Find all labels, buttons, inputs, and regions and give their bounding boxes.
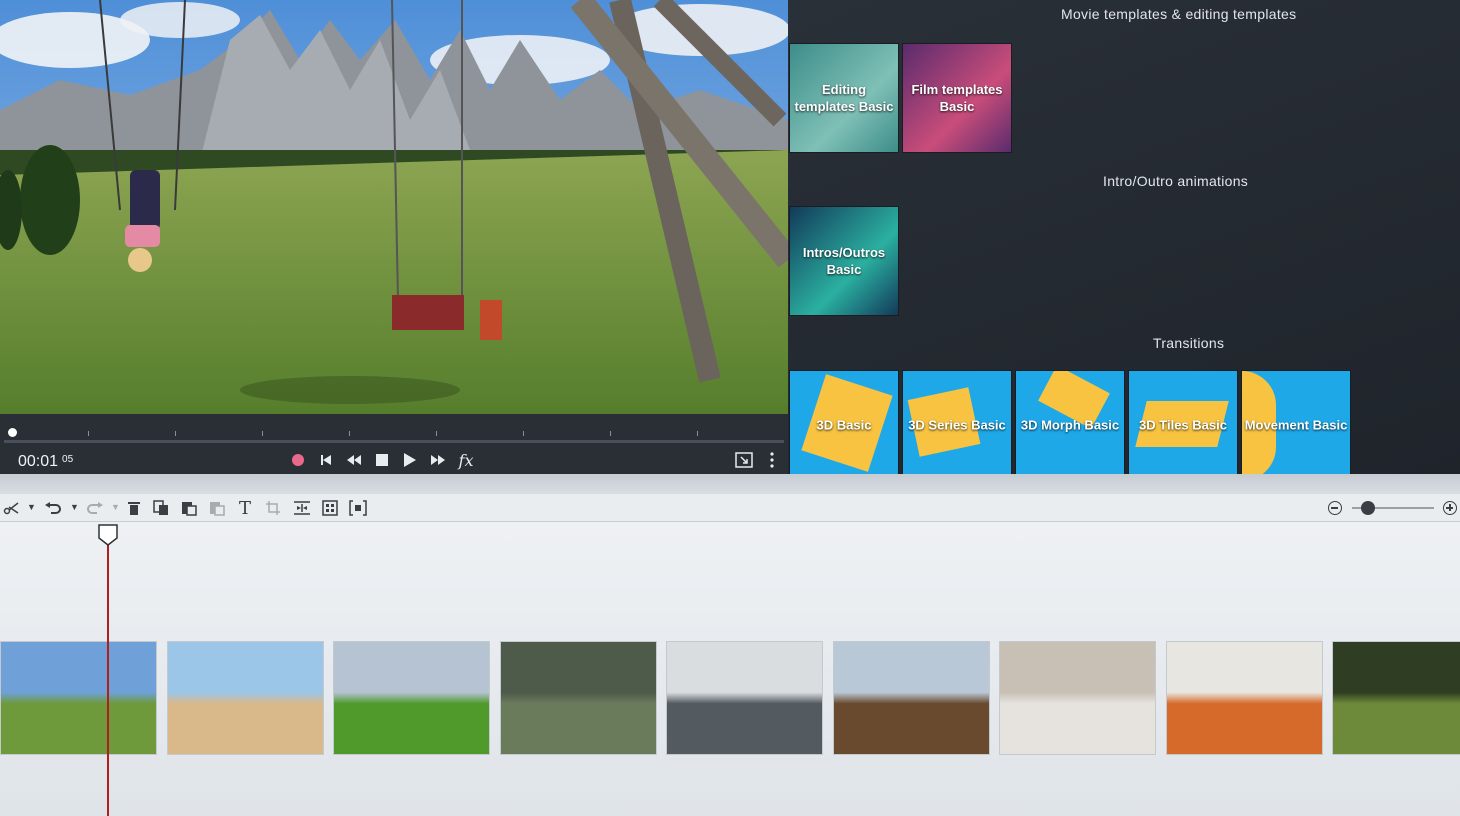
stop-icon (376, 454, 388, 466)
effects-button[interactable]: fx (456, 450, 476, 470)
template-tile-label: Intros/Outros Basic (802, 245, 886, 277)
scrub-tick (610, 431, 611, 436)
cut-button[interactable] (2, 499, 20, 517)
chevron-down-icon[interactable]: ▼ (111, 502, 120, 512)
skip-back-icon (321, 455, 331, 465)
template-tile-film[interactable]: Film templates Basic (902, 43, 1012, 153)
more-icon (770, 452, 774, 468)
scrub-tick (88, 431, 89, 436)
more-options-button[interactable] (762, 450, 782, 470)
chevron-down-icon[interactable]: ▼ (70, 502, 79, 512)
transition-tile-3d[interactable]: 3D Basic (789, 370, 899, 474)
scrub-tick (523, 431, 524, 436)
scrub-tick (175, 431, 176, 436)
group-button[interactable] (321, 499, 339, 517)
timecode-display: 00:01 05 (18, 453, 73, 471)
playhead-handle[interactable] (98, 524, 118, 546)
fit-button[interactable] (349, 499, 367, 517)
template-tile-label: Editing templates Basic (794, 82, 894, 114)
play-button[interactable] (400, 450, 420, 470)
timecode-value: 00:01 (18, 453, 59, 470)
split-icon (294, 501, 310, 515)
zoom-in-button[interactable] (1443, 501, 1457, 515)
text-tool-button[interactable]: T (236, 498, 254, 519)
paste-icon (182, 502, 197, 516)
volcano-mountain-clip[interactable] (832, 641, 990, 755)
swing-clip[interactable] (0, 641, 157, 755)
city-binoculars-clip[interactable] (666, 641, 823, 755)
mountain-meadow-clip[interactable] (333, 641, 490, 755)
transition-tile-3d-morph[interactable]: 3D Morph Basic (1015, 370, 1125, 474)
fullscreen-button[interactable] (734, 450, 754, 470)
template-tile-label: 3D Morph Basic (1020, 417, 1120, 433)
rewind-button[interactable] (344, 450, 364, 470)
copy-icon (153, 500, 168, 515)
scrub-track[interactable] (4, 440, 784, 443)
undo-icon (45, 502, 61, 514)
fullscreen-icon (735, 452, 753, 468)
timeline-toolbar: ▼ ▼ ▼ T (0, 494, 1460, 522)
templates-panel: Movie templates & editing templates Edit… (788, 0, 1460, 474)
playhead-line (107, 542, 109, 816)
video-preview-panel: 00:01 05 fx (0, 0, 788, 474)
redo-button[interactable] (86, 499, 104, 517)
paste-special-button[interactable] (208, 499, 226, 517)
fast-forward-button[interactable] (428, 450, 448, 470)
template-tile-label: 3D Tiles Basic (1139, 417, 1227, 433)
scrub-tick (349, 431, 350, 436)
delete-button[interactable] (125, 499, 143, 517)
scissors-icon (3, 502, 19, 515)
transition-tile-3d-tiles[interactable]: 3D Tiles Basic (1128, 370, 1238, 474)
transition-tile-movement[interactable]: Movement Basic (1241, 370, 1351, 474)
monks-temple-clip[interactable] (1165, 641, 1323, 755)
template-tile-label: 3D Basic (816, 417, 872, 433)
section-title-intro-outro: Intro/Outro animations (1103, 173, 1249, 189)
rewind-icon (347, 455, 361, 465)
scrub-handle[interactable] (8, 428, 17, 437)
transition-tile-3d-series[interactable]: 3D Series Basic (902, 370, 1012, 474)
undo-button[interactable] (44, 499, 62, 517)
hands-plant-clip[interactable] (1332, 641, 1460, 755)
chevron-down-icon[interactable]: ▼ (27, 502, 36, 512)
timecode-frames: 05 (62, 454, 74, 465)
scrub-tick (262, 431, 263, 436)
zoom-out-button[interactable] (1328, 501, 1342, 515)
play-icon (404, 453, 416, 467)
record-icon (292, 454, 304, 466)
scrub-bar[interactable] (0, 414, 788, 444)
scrub-tick (436, 431, 437, 436)
crop-icon (266, 501, 280, 515)
template-tile-label: Movement Basic (1244, 417, 1348, 433)
swing-scene-image (0, 0, 788, 414)
beach-dog-clip[interactable] (166, 641, 324, 755)
fit-icon (349, 500, 367, 516)
transport-bar: 00:01 05 fx (0, 444, 788, 474)
skip-back-button[interactable] (316, 450, 336, 470)
couple-field-clip[interactable] (499, 641, 657, 755)
copy-button[interactable] (152, 499, 170, 517)
section-title-movie-templates: Movie templates & editing templates (1061, 6, 1297, 22)
delete-icon (128, 502, 140, 515)
zoom-slider-handle[interactable] (1361, 501, 1376, 515)
template-tile-editing[interactable]: Editing templates Basic (789, 43, 899, 153)
scrub-tick (697, 431, 698, 436)
staircase-clip[interactable] (999, 641, 1156, 755)
paste-button[interactable] (180, 499, 198, 517)
template-tile-label: Film templates Basic (911, 82, 1003, 114)
redo-icon (87, 502, 103, 514)
preview-frame (0, 0, 788, 414)
panel-divider[interactable] (0, 474, 1460, 494)
stop-button[interactable] (372, 450, 392, 470)
fast-forward-icon (431, 455, 445, 465)
timeline-track-area[interactable] (0, 522, 1460, 816)
template-tile-intros-outros[interactable]: Intros/Outros Basic (789, 206, 899, 316)
record-button[interactable] (288, 450, 308, 470)
split-button[interactable] (293, 499, 311, 517)
grid-icon (322, 500, 338, 516)
section-title-transitions: Transitions (1153, 335, 1225, 351)
template-tile-label: 3D Series Basic (908, 417, 1006, 433)
crop-button[interactable] (264, 499, 282, 517)
paste-disabled-icon (210, 502, 225, 516)
